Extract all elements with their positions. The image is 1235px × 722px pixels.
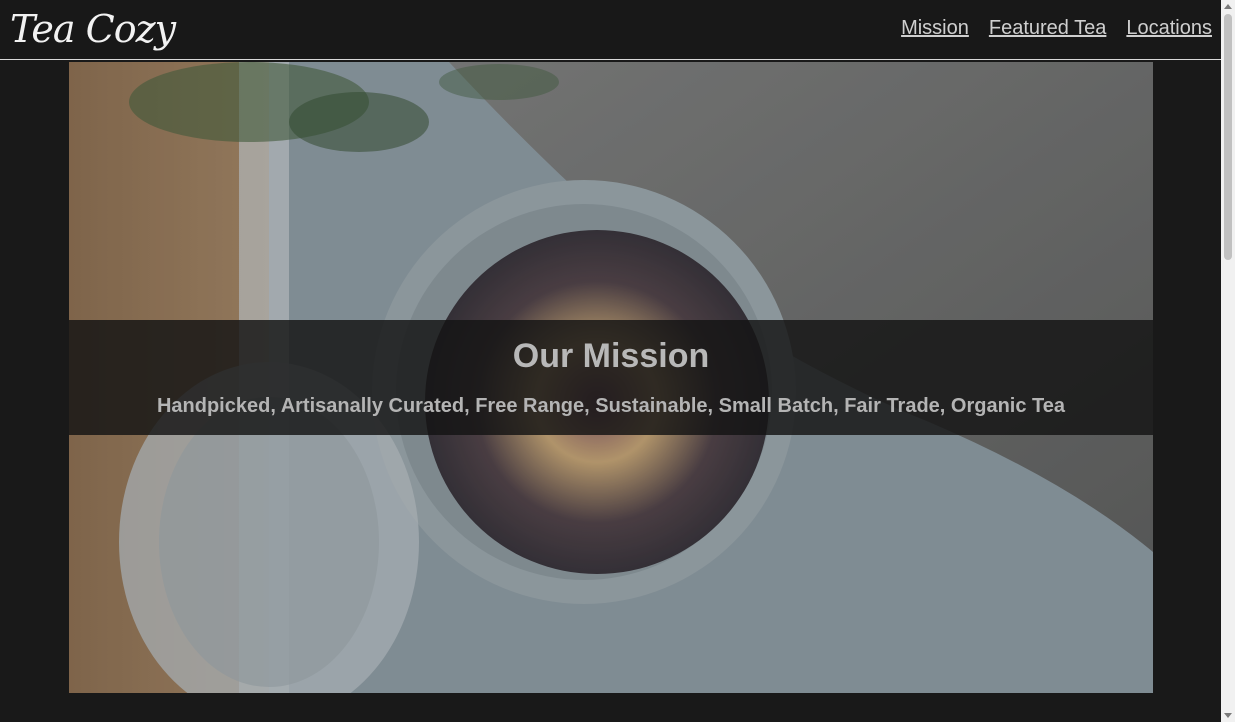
- nav-link-featured-tea[interactable]: Featured Tea: [989, 16, 1107, 40]
- mission-hero: Our Mission Handpicked, Artisanally Cura…: [69, 62, 1153, 693]
- mission-title: Our Mission: [512, 337, 710, 375]
- mission-subtitle: Handpicked, Artisanally Curated, Free Ra…: [156, 395, 1066, 417]
- nav-link-locations[interactable]: Locations: [1126, 16, 1212, 40]
- site-header: Tea Cozy Mission Featured Tea Locations: [0, 0, 1221, 60]
- scroll-down-icon[interactable]: [1224, 713, 1232, 718]
- scroll-thumb[interactable]: [1224, 14, 1232, 260]
- main-nav: Mission Featured Tea Locations: [901, 16, 1212, 40]
- mission-band: Our Mission Handpicked, Artisanally Cura…: [69, 320, 1153, 435]
- scroll-up-icon[interactable]: [1224, 4, 1232, 9]
- page: Tea Cozy Mission Featured Tea Locations: [0, 0, 1221, 722]
- vertical-scrollbar[interactable]: [1221, 0, 1235, 722]
- logo[interactable]: Tea Cozy: [10, 3, 176, 55]
- nav-link-mission[interactable]: Mission: [901, 16, 969, 40]
